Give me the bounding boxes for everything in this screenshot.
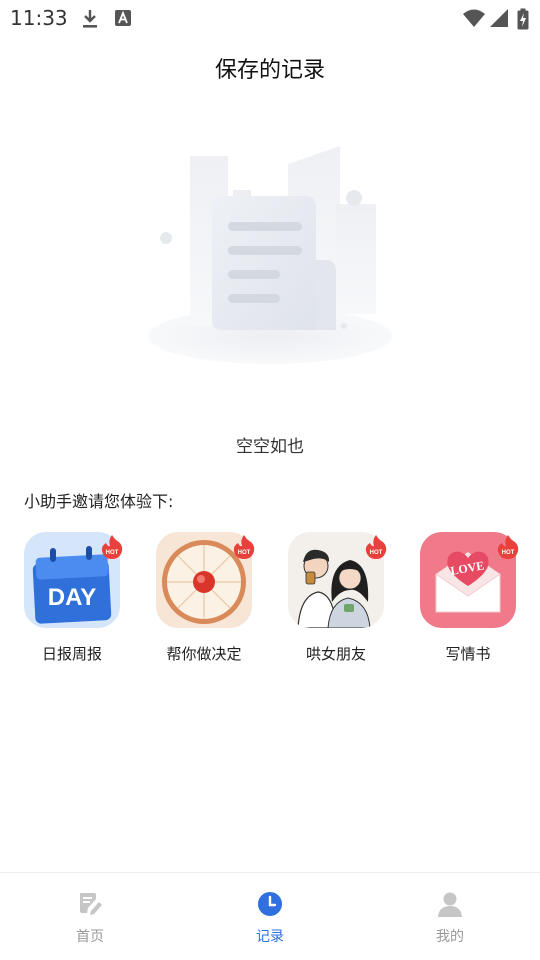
a-notification-icon — [115, 10, 131, 26]
app-label: 帮你做决定 — [166, 645, 242, 663]
svg-text:HOT: HOT — [238, 550, 251, 556]
nav-label: 记录 — [256, 929, 284, 945]
bottom-nav: 首页 记录 我的 — [0, 872, 540, 960]
battery-charging-icon — [517, 8, 529, 30]
page-title: 保存的记录 — [214, 58, 325, 83]
app-label: 哄女朋友 — [305, 645, 366, 663]
status-bar: 11:33 — [0, 0, 540, 36]
clock-icon — [258, 892, 282, 916]
nav-label: 我的 — [436, 929, 464, 945]
nav-item-profile[interactable]: 我的 — [360, 873, 540, 960]
app-label: 日报周报 — [41, 645, 102, 663]
invite-text: 小助手邀请您体验下: — [24, 492, 174, 511]
app-daily-report[interactable]: DAY HOT 日报周报 — [6, 532, 138, 672]
svg-text:HOT: HOT — [502, 550, 515, 556]
person-icon — [438, 892, 462, 917]
nav-item-home[interactable]: 首页 — [0, 873, 180, 960]
download-icon — [83, 10, 97, 28]
hot-badge-icon: HOT — [497, 535, 519, 559]
empty-state-text: 空空如也 — [236, 437, 304, 457]
day-icon-text: DAY — [48, 584, 96, 611]
hot-badge-icon: HOT — [101, 535, 123, 559]
app-decision-wheel[interactable]: HOT 帮你做决定 — [138, 532, 270, 672]
app-label: 写情书 — [445, 645, 491, 663]
signal-icon — [490, 9, 508, 27]
hot-badge-icon: HOT — [233, 535, 255, 559]
empty-document-illustration — [148, 146, 392, 364]
svg-text:HOT: HOT — [106, 550, 119, 556]
nav-label: 首页 — [76, 929, 104, 945]
nav-item-records[interactable]: 记录 — [180, 873, 360, 960]
hot-badge-icon: HOT — [365, 535, 387, 559]
svg-text:HOT: HOT — [370, 550, 383, 556]
app-coax-girlfriend[interactable]: HOT 哄女朋友 — [270, 532, 402, 672]
status-time: 11:33 — [10, 6, 68, 30]
wifi-icon — [463, 9, 485, 27]
edit-document-icon — [80, 893, 102, 915]
app-love-letter[interactable]: LOVE HOT 写情书 — [402, 532, 534, 672]
